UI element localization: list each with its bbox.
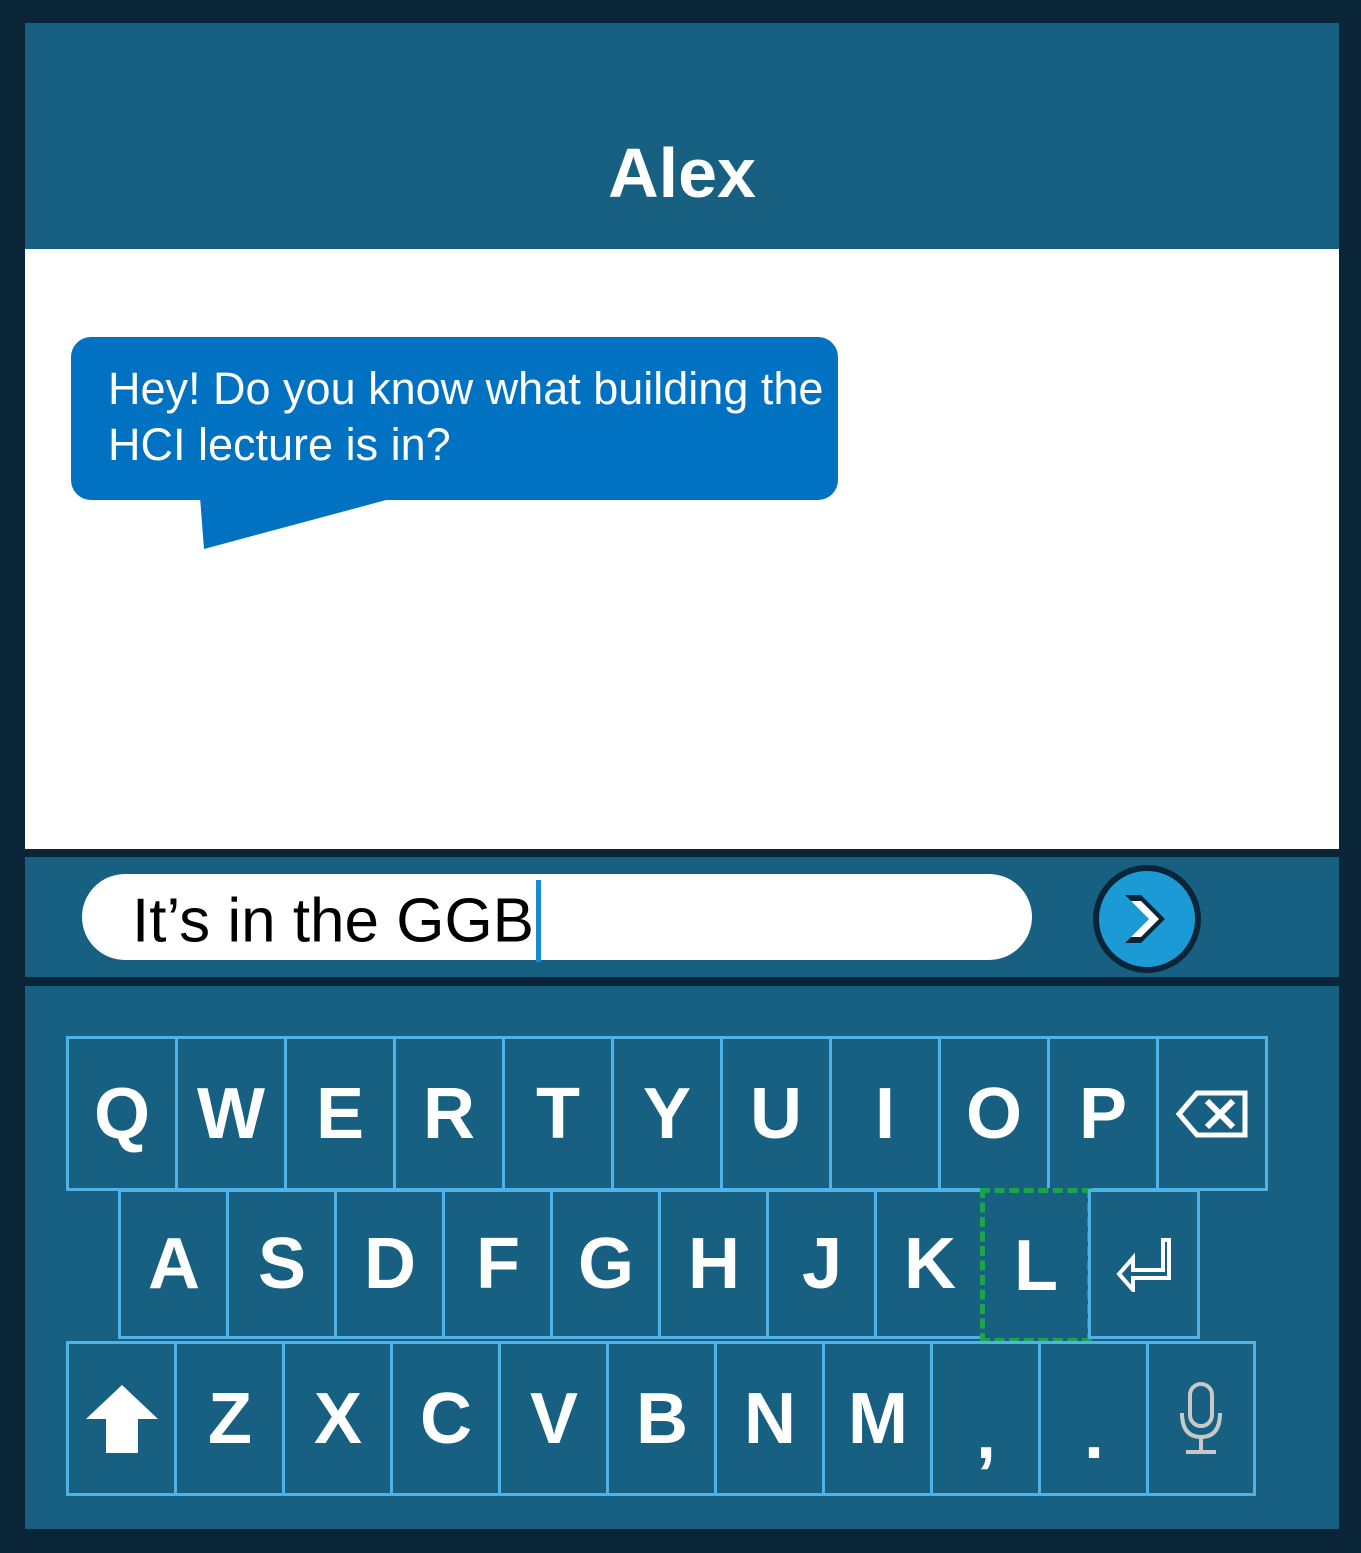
compose-bar: It’s in the GGB: [25, 857, 1339, 977]
key-x[interactable]: X: [282, 1341, 394, 1496]
key-mic[interactable]: [1146, 1341, 1256, 1496]
key-s[interactable]: S: [226, 1189, 338, 1339]
message-text: Hey! Do you know what building the HCI l…: [108, 363, 824, 470]
key-label: Q: [93, 1073, 150, 1154]
key-c[interactable]: C: [390, 1341, 502, 1496]
message-input-value: It’s in the GGB: [132, 880, 542, 966]
key-p[interactable]: P: [1047, 1036, 1159, 1191]
keyboard: Q W E R T Y U I O P A S D F G H J K L Z …: [25, 986, 1339, 1529]
key-y[interactable]: Y: [611, 1036, 723, 1191]
message-input[interactable]: It’s in the GGB: [82, 874, 1032, 962]
chat-header: Alex: [25, 23, 1339, 249]
key-label: B: [636, 1378, 688, 1459]
key-label: D: [364, 1224, 416, 1304]
shift-arrow-up-icon: [86, 1384, 158, 1453]
key-label: Z: [208, 1378, 252, 1459]
key-comma[interactable]: ,: [930, 1341, 1042, 1496]
incoming-message-bubble: Hey! Do you know what building the HCI l…: [71, 337, 838, 500]
key-period[interactable]: .: [1038, 1341, 1150, 1496]
key-d[interactable]: D: [334, 1189, 446, 1339]
key-r[interactable]: R: [393, 1036, 505, 1191]
send-button[interactable]: [1093, 865, 1201, 973]
key-label: X: [313, 1378, 363, 1459]
backspace-icon: [1175, 1090, 1248, 1137]
key-l[interactable]: L: [980, 1188, 1092, 1343]
key-label: R: [423, 1073, 475, 1154]
key-label: P: [1078, 1073, 1128, 1154]
key-label: A: [148, 1224, 200, 1304]
key-v[interactable]: V: [498, 1341, 610, 1496]
key-enter[interactable]: [1088, 1189, 1200, 1339]
key-label: O: [965, 1073, 1022, 1154]
key-shift[interactable]: [66, 1341, 178, 1496]
key-u[interactable]: U: [720, 1036, 832, 1191]
key-label: C: [420, 1378, 472, 1459]
key-label: H: [688, 1224, 740, 1304]
key-label: Y: [642, 1073, 692, 1154]
device-frame: Alex Hey! Do you know what building the …: [0, 0, 1361, 1553]
key-f[interactable]: F: [442, 1189, 554, 1339]
key-label: I: [874, 1073, 895, 1154]
key-label: E: [315, 1073, 365, 1154]
key-j[interactable]: J: [766, 1189, 878, 1339]
key-label: W: [197, 1073, 265, 1154]
key-label: .: [1083, 1393, 1104, 1474]
contact-name: Alex: [608, 134, 756, 212]
key-i[interactable]: I: [829, 1036, 941, 1191]
message-area[interactable]: Hey! Do you know what building the HCI l…: [25, 249, 1339, 849]
key-g[interactable]: G: [550, 1189, 662, 1339]
key-label: N: [744, 1378, 796, 1459]
key-o[interactable]: O: [938, 1036, 1050, 1191]
key-b[interactable]: B: [606, 1341, 718, 1496]
key-label: M: [848, 1378, 908, 1459]
key-label: ,: [975, 1393, 996, 1474]
key-label: L: [1014, 1225, 1058, 1306]
key-backspace[interactable]: [1156, 1036, 1268, 1191]
key-label: F: [476, 1224, 520, 1304]
key-t[interactable]: T: [502, 1036, 614, 1191]
key-z[interactable]: Z: [174, 1341, 286, 1496]
key-a[interactable]: A: [118, 1189, 230, 1339]
key-label: K: [904, 1224, 956, 1304]
key-q[interactable]: Q: [66, 1036, 178, 1191]
key-label: T: [536, 1073, 580, 1154]
key-m[interactable]: M: [822, 1341, 934, 1496]
double-chevron-right-icon: [1125, 895, 1165, 943]
text-caret: [536, 880, 542, 962]
key-e[interactable]: E: [284, 1036, 396, 1191]
microphone-icon: [1180, 1381, 1222, 1454]
key-k[interactable]: K: [874, 1189, 986, 1339]
key-label: G: [577, 1224, 634, 1304]
key-w[interactable]: W: [175, 1036, 287, 1191]
key-label: U: [750, 1073, 802, 1154]
key-label: J: [801, 1224, 843, 1304]
return-icon: [1116, 1238, 1171, 1292]
key-h[interactable]: H: [658, 1189, 770, 1339]
key-label: V: [529, 1378, 579, 1459]
key-n[interactable]: N: [714, 1341, 826, 1496]
key-label: S: [257, 1224, 307, 1304]
